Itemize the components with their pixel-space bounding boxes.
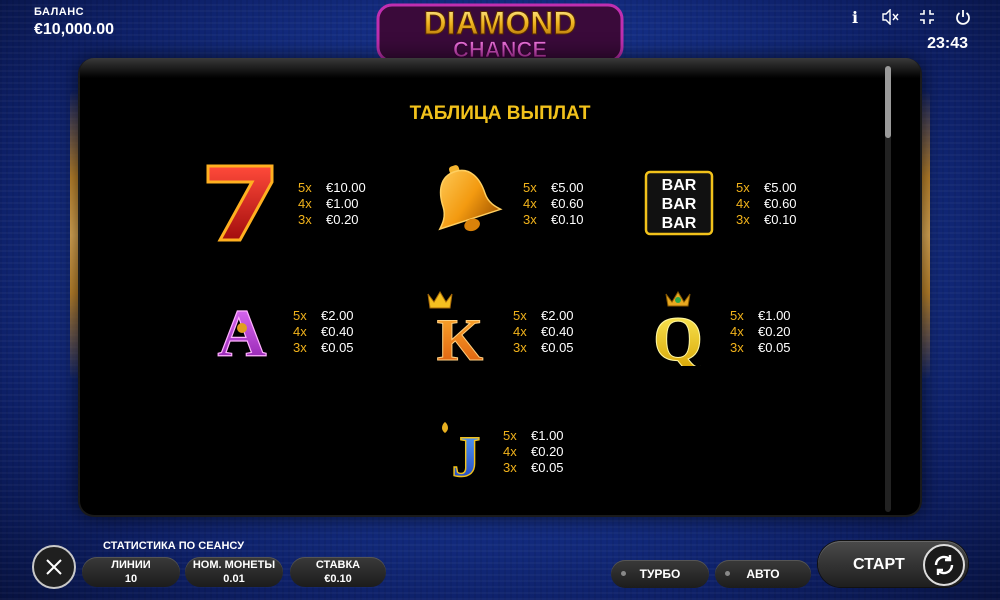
sound-off-icon[interactable] [880, 6, 902, 28]
auto-indicator [725, 571, 730, 576]
svg-text:BAR: BAR [662, 196, 697, 213]
info-icon[interactable]: i [844, 6, 866, 28]
clock: 23:43 [927, 35, 968, 52]
payout-row: 5x €1.00 [503, 428, 564, 443]
payout-row: 4x €0.20 [503, 444, 564, 459]
king-symbol-icon: K [427, 291, 484, 364]
auto-button[interactable]: АВТО [715, 560, 811, 588]
scrollbar-thumb[interactable] [885, 66, 891, 138]
start-button[interactable]: СТАРТ [818, 541, 968, 587]
payout-row: 4x €0.40 [513, 324, 574, 339]
jack-payouts: 5x €1.00 4x €0.20 3x €0.05 [503, 428, 564, 476]
payout-row: 3x €0.05 [503, 460, 564, 475]
balance-display: БАЛАНС €10,000.00 [34, 6, 114, 39]
close-paytable-button[interactable] [32, 545, 76, 589]
paytable-title: ТАБЛИЦА ВЫПЛАТ [409, 103, 591, 124]
payout-row: 3x €0.05 [293, 340, 354, 355]
payout-row: 4x €0.20 [730, 324, 791, 339]
turbo-button[interactable]: ТУРБО [611, 560, 709, 588]
bar-symbol-icon: BAR BAR BAR [644, 170, 714, 236]
payout-row: 4x €0.60 [736, 196, 797, 211]
payout-row: 5x €5.00 [736, 180, 797, 195]
auto-label: АВТО [746, 567, 780, 581]
payout-row: 4x €0.40 [293, 324, 354, 339]
turbo-label: ТУРБО [639, 567, 681, 581]
payout-row: 5x €2.00 [513, 308, 574, 323]
balance-value: €10,000.00 [34, 21, 115, 38]
fullscreen-exit-icon[interactable] [916, 6, 938, 28]
coin-value: 0.01 [223, 573, 245, 585]
king-payouts: 5x €2.00 4x €0.40 3x €0.05 [513, 308, 574, 356]
top-toolbar: i [844, 6, 974, 28]
game-logo: DIAMOND CHANCE [376, 3, 624, 63]
power-icon[interactable] [952, 6, 974, 28]
logo-diamond: DIAMOND [424, 5, 577, 41]
coin-label: НОМ. МОНЕТЫ [192, 559, 276, 571]
payout-row: 3x €0.05 [730, 340, 791, 355]
payout-row: 4x €0.60 [523, 196, 584, 211]
bar-payouts: 5x €5.00 4x €0.60 3x €0.10 [736, 180, 797, 228]
svg-text:J: J [452, 424, 481, 482]
svg-text:Q: Q [653, 303, 703, 366]
bet-value: €0.10 [324, 573, 352, 585]
payout-row: 3x €0.10 [523, 212, 584, 227]
spin-icon [923, 544, 965, 586]
bell-payouts: 5x €5.00 4x €0.60 3x €0.10 [523, 180, 584, 228]
ace-symbol-icon: A [217, 294, 267, 362]
payout-row: 3x €0.05 [513, 340, 574, 355]
coin-value-selector[interactable]: НОМ. МОНЕТЫ 0.01 [185, 557, 283, 587]
queen-payouts: 5x €1.00 4x €0.20 3x €0.05 [730, 308, 791, 356]
payout-row: 3x €0.20 [298, 212, 359, 227]
start-label: СТАРТ [853, 556, 905, 573]
bell-symbol-icon [438, 165, 503, 232]
bet-label: СТАВКА [315, 559, 361, 571]
lines-selector[interactable]: ЛИНИИ 10 [82, 557, 180, 587]
svg-text:K: K [437, 307, 484, 364]
payout-row: 3x €0.10 [736, 212, 797, 227]
queen-symbol-icon: Q [653, 291, 703, 366]
payout-row: 5x €2.00 [293, 308, 354, 323]
payout-row: 4x €1.00 [298, 196, 359, 211]
close-icon [46, 559, 62, 575]
jack-symbol-icon: J [442, 422, 481, 482]
payout-row: 5x €1.00 [730, 308, 791, 323]
lines-value: 10 [124, 573, 138, 585]
payout-row: 5x €10.00 [298, 180, 366, 195]
paytable-panel [80, 60, 920, 515]
balance-label: БАЛАНС [34, 6, 85, 18]
svg-text:BAR: BAR [662, 215, 697, 232]
seven-payouts: 5x €10.00 4x €1.00 3x €0.20 [298, 180, 366, 228]
panel-top-edge [80, 58, 920, 78]
svg-text:BAR: BAR [662, 177, 697, 194]
turbo-indicator [621, 571, 626, 576]
lines-label: ЛИНИИ [111, 559, 151, 571]
session-stats-label[interactable]: СТАТИСТИКА ПО СЕАНСУ [103, 540, 244, 552]
bet-selector[interactable]: СТАВКА €0.10 [290, 557, 386, 587]
payout-row: 5x €5.00 [523, 180, 584, 195]
ace-payouts: 5x €2.00 4x €0.40 3x €0.05 [293, 308, 354, 356]
seven-symbol-icon [206, 164, 274, 242]
